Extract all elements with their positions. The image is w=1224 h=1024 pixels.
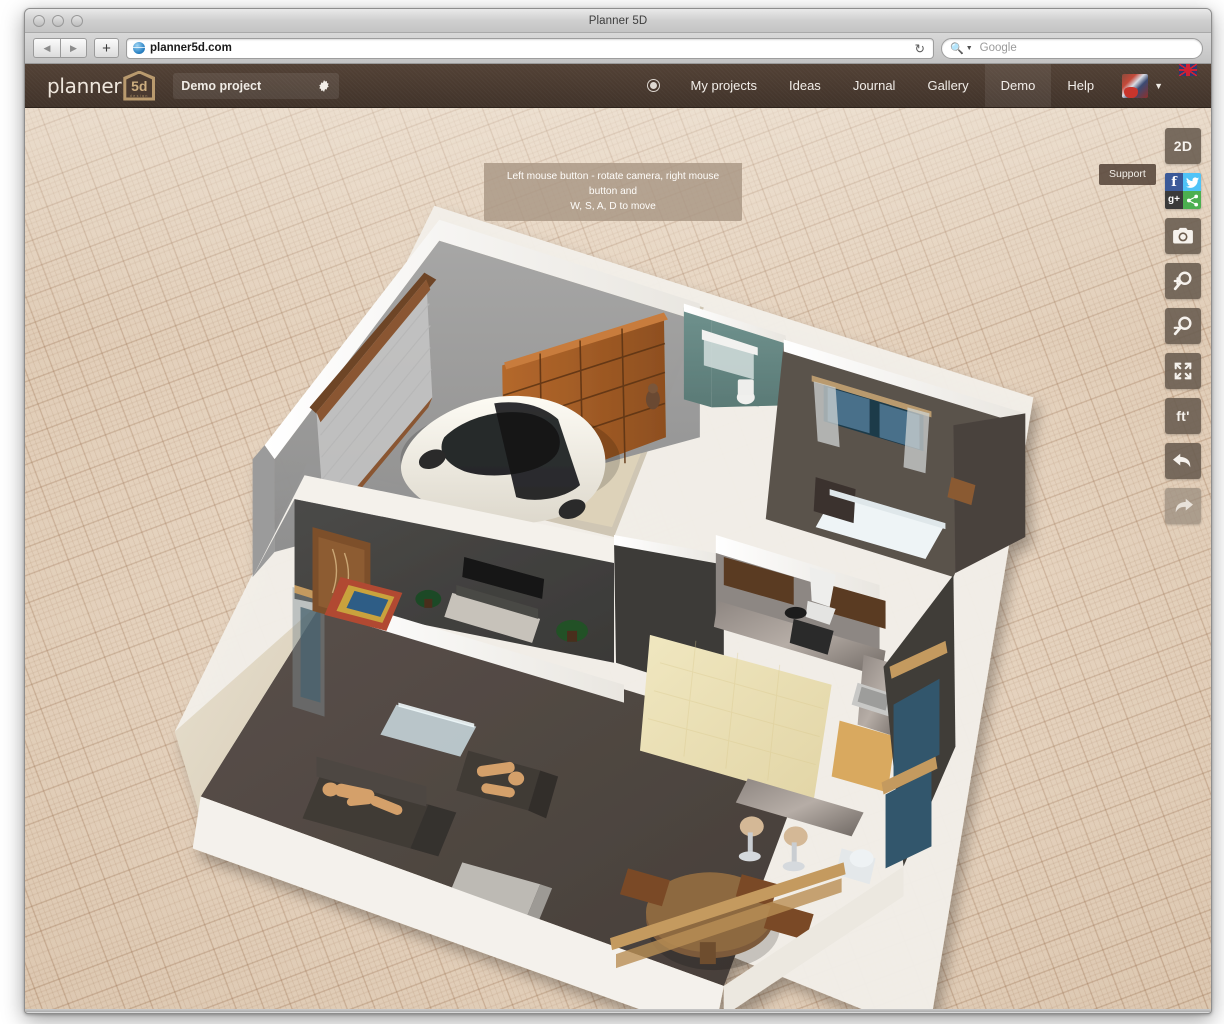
perspective-grid <box>25 108 1211 1012</box>
camera-hint-line-2: W, S, A, D to move <box>492 199 734 214</box>
nav-item-demo[interactable]: Demo <box>985 64 1052 107</box>
zoom-button[interactable] <box>71 15 83 27</box>
chevron-down-icon[interactable]: ▼ <box>1154 81 1163 91</box>
new-tab-button[interactable]: + <box>94 38 119 58</box>
camera-controls-hint: Left mouse button - rotate camera, right… <box>484 163 742 221</box>
nav-item-gallery[interactable]: Gallery <box>911 64 984 107</box>
nav-item-my-projects[interactable]: My projects <box>675 64 773 107</box>
close-button[interactable] <box>33 15 45 27</box>
gear-icon[interactable] <box>317 79 331 93</box>
viewport-toolbar: 2D f g+ <box>1165 128 1201 524</box>
forward-button[interactable]: ▶ <box>60 38 87 58</box>
window-titlebar: Planner 5D <box>25 9 1211 33</box>
chevron-down-icon[interactable]: ▼ <box>966 45 973 52</box>
browser-window: Planner 5D ◀ ▶ + planner5d.com ↻ 🔍 ▼ Goo… <box>24 8 1212 1014</box>
search-input[interactable]: 🔍 ▼ Google <box>941 38 1203 59</box>
zoom-out-button[interactable] <box>1165 308 1201 344</box>
fullscreen-button[interactable] <box>1165 353 1201 389</box>
notifications-button[interactable] <box>634 64 675 107</box>
camera-hint-line-1: Left mouse button - rotate camera, right… <box>492 169 734 199</box>
nav-item-ideas[interactable]: Ideas <box>773 64 837 107</box>
navigation-buttons: ◀ ▶ <box>33 38 87 58</box>
main-navigation: My projects Ideas Journal Gallery Demo H… <box>634 64 1211 107</box>
browser-toolbar: ◀ ▶ + planner5d.com ↻ 🔍 ▼ Google <box>25 33 1211 64</box>
project-name-text: Demo project <box>181 79 317 93</box>
screenshot-button[interactable] <box>1165 218 1201 254</box>
view-mode-2d-button[interactable]: 2D <box>1165 128 1201 164</box>
user-menu[interactable]: ▼ <box>1110 64 1173 107</box>
zoom-in-button[interactable] <box>1165 263 1201 299</box>
units-button[interactable]: ft' <box>1165 398 1201 434</box>
minimize-button[interactable] <box>52 15 64 27</box>
facebook-icon[interactable]: f <box>1165 173 1183 191</box>
social-share-buttons[interactable]: f g+ <box>1165 173 1201 209</box>
reload-button[interactable]: ↻ <box>915 41 927 56</box>
logo-text: planner <box>47 74 121 98</box>
search-icon: 🔍 <box>950 42 964 55</box>
logo-badge-icon: 5d design <box>123 71 155 101</box>
nav-item-journal[interactable]: Journal <box>837 64 912 107</box>
url-text: planner5d.com <box>150 42 232 54</box>
redo-button[interactable] <box>1165 488 1201 524</box>
undo-button[interactable] <box>1165 443 1201 479</box>
nav-item-help[interactable]: Help <box>1051 64 1110 107</box>
address-bar[interactable]: planner5d.com ↻ <box>126 38 934 59</box>
logo-badge-sub: design <box>130 94 149 98</box>
share-icon[interactable] <box>1183 191 1201 209</box>
3d-viewport[interactable]: Left mouse button - rotate camera, right… <box>25 108 1211 1012</box>
status-dot-icon <box>648 80 659 91</box>
avatar[interactable] <box>1122 74 1148 98</box>
window-bottom-edge <box>25 1009 1211 1012</box>
google-plus-icon[interactable]: g+ <box>1165 191 1183 209</box>
back-button[interactable]: ◀ <box>33 38 60 58</box>
window-title: Planner 5D <box>589 15 648 27</box>
app-header: planner 5d design Demo project <box>25 64 1211 108</box>
planner5d-app: planner 5d design Demo project <box>25 64 1211 1012</box>
uk-flag-icon[interactable] <box>1179 64 1197 76</box>
twitter-icon[interactable] <box>1183 173 1201 191</box>
support-tooltip[interactable]: Support <box>1099 164 1156 185</box>
app-logo[interactable]: planner 5d design <box>25 71 167 101</box>
search-placeholder: Google <box>980 42 1017 54</box>
project-name-field[interactable]: Demo project <box>173 73 339 99</box>
globe-icon <box>133 42 145 54</box>
traffic-light-buttons[interactable] <box>33 15 83 27</box>
logo-badge-text: 5d <box>131 79 147 93</box>
